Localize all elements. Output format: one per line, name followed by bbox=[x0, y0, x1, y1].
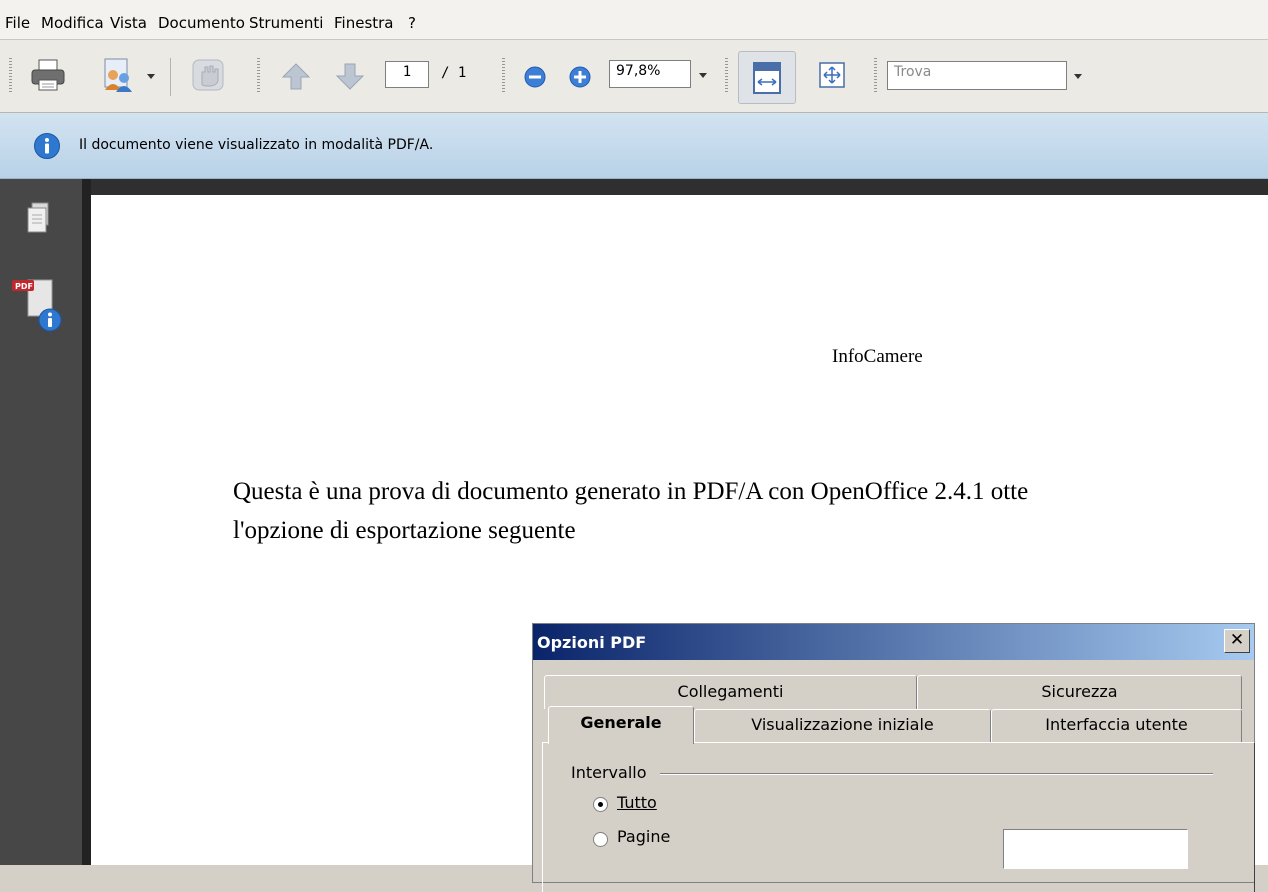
fit-page-icon bbox=[819, 62, 845, 88]
tab-generale: Generale bbox=[548, 706, 694, 744]
tab-sicurezza: Sicurezza bbox=[917, 675, 1242, 709]
page-number-input[interactable]: 1 bbox=[385, 61, 429, 88]
menu-file[interactable]: File bbox=[5, 14, 30, 32]
menu-bar: File Modifica Vista Documento Strumenti … bbox=[0, 0, 1268, 40]
menu-help[interactable]: ? bbox=[408, 14, 416, 32]
group-divider bbox=[660, 773, 1213, 775]
print-button[interactable] bbox=[26, 54, 70, 96]
zoom-in-button[interactable] bbox=[565, 62, 595, 92]
sidebar-splitter[interactable] bbox=[82, 179, 91, 865]
hand-icon bbox=[192, 59, 224, 91]
fit-width-button[interactable] bbox=[738, 51, 796, 104]
toolbar-grip[interactable] bbox=[874, 58, 877, 94]
document-header: InfoCamere bbox=[832, 346, 923, 367]
toolbar-grip[interactable] bbox=[9, 58, 12, 94]
dialog-tab-panel: Intervallo Tutto Pagine bbox=[542, 742, 1255, 892]
collaborate-button[interactable] bbox=[96, 54, 140, 96]
zoom-dropdown-caret[interactable] bbox=[699, 73, 707, 78]
pdfa-info-icon[interactable]: PDF bbox=[10, 276, 66, 336]
toolbar-grip[interactable] bbox=[725, 58, 728, 94]
close-icon: ✕ bbox=[1224, 629, 1250, 653]
tab-collegamenti: Collegamenti bbox=[544, 675, 917, 709]
page-total: / 1 bbox=[441, 65, 467, 81]
radio-pagine bbox=[593, 832, 608, 847]
find-input[interactable]: Trova bbox=[887, 61, 1067, 90]
radio-pagine-label: Pagine bbox=[617, 827, 671, 846]
tab-visualizzazione-iniziale: Visualizzazione iniziale bbox=[694, 709, 991, 742]
toolbar-grip[interactable] bbox=[502, 58, 505, 94]
toolbar-separator bbox=[170, 58, 171, 96]
pages-range-field bbox=[1003, 829, 1188, 869]
collaborate-icon bbox=[104, 58, 132, 92]
zoom-out-button[interactable] bbox=[520, 62, 550, 92]
find-dropdown-caret[interactable] bbox=[1074, 74, 1082, 79]
pages-panel-icon[interactable] bbox=[24, 201, 52, 235]
zoom-input[interactable]: 97,8% bbox=[609, 60, 691, 88]
document-text-line-1: Questa è una prova di documento generato… bbox=[233, 478, 1029, 505]
navigation-sidebar: PDF bbox=[0, 179, 91, 865]
hand-tool-button[interactable] bbox=[186, 54, 230, 96]
arrow-up-icon bbox=[281, 63, 311, 90]
toolbar: 1 / 1 97,8% Trova bbox=[0, 40, 1268, 113]
previous-page-button[interactable] bbox=[276, 56, 316, 96]
pdf-options-dialog-image: Opzioni PDF ✕ Collegamenti Sicurezza Gen… bbox=[532, 623, 1255, 892]
document-area-top-edge bbox=[91, 179, 1268, 195]
dialog-title: Opzioni PDF bbox=[537, 633, 647, 652]
fit-width-icon bbox=[753, 61, 781, 94]
radio-tutto bbox=[593, 797, 608, 812]
menu-strumenti[interactable]: Strumenti bbox=[249, 14, 323, 32]
menu-finestra[interactable]: Finestra bbox=[334, 14, 394, 32]
toolbar-grip[interactable] bbox=[257, 58, 260, 94]
radio-tutto-label: Tutto bbox=[617, 793, 657, 812]
zoom-in-icon bbox=[569, 66, 591, 88]
svg-text:PDF: PDF bbox=[15, 282, 33, 291]
dialog-title-bar: Opzioni PDF ✕ bbox=[533, 624, 1254, 660]
fit-page-button[interactable] bbox=[812, 54, 852, 96]
printer-icon bbox=[31, 59, 65, 91]
tab-interfaccia-utente: Interfaccia utente bbox=[991, 709, 1242, 742]
info-message: Il documento viene visualizzato in modal… bbox=[79, 137, 434, 153]
next-page-button[interactable] bbox=[330, 56, 370, 96]
document-text-line-2: l'opzione di esportazione seguente bbox=[233, 517, 576, 544]
info-icon bbox=[34, 133, 60, 159]
group-label-intervallo: Intervallo bbox=[571, 763, 647, 782]
arrow-down-icon bbox=[335, 63, 365, 90]
menu-modifica[interactable]: Modifica bbox=[41, 14, 104, 32]
collaborate-dropdown-caret[interactable] bbox=[147, 74, 155, 79]
menu-documento[interactable]: Documento bbox=[158, 14, 245, 32]
menu-vista[interactable]: Vista bbox=[110, 14, 147, 32]
pdfa-info-bar: Il documento viene visualizzato in modal… bbox=[0, 113, 1268, 179]
zoom-out-icon bbox=[524, 66, 546, 88]
